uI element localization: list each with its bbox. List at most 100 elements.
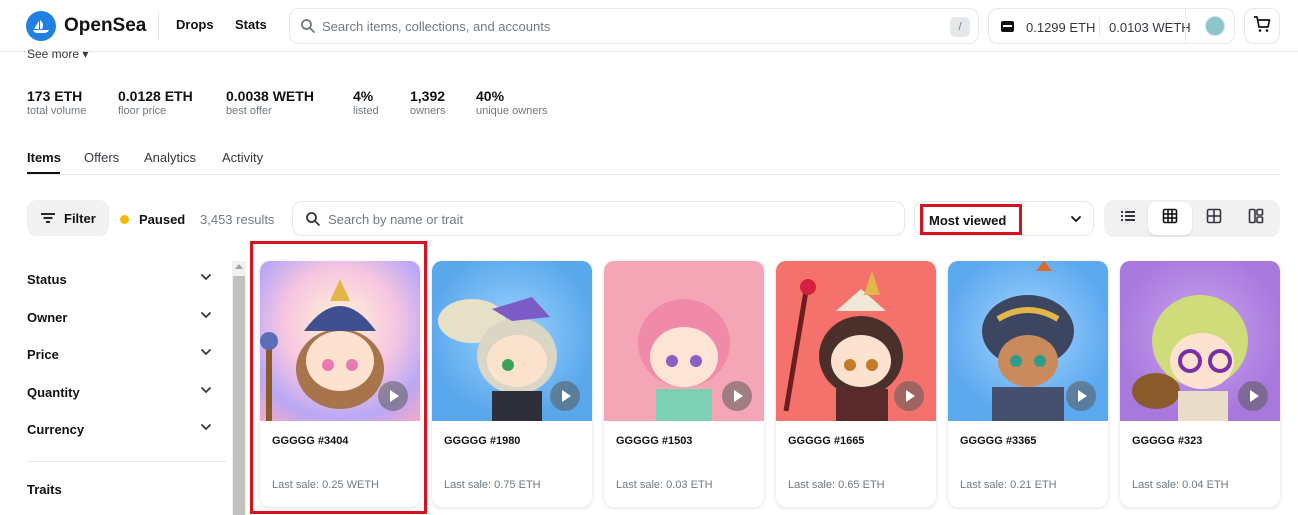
global-search-placeholder: Search items, collections, and accounts (322, 19, 551, 34)
play-icon[interactable] (1066, 381, 1096, 411)
sidebar-item-traits[interactable]: Traits (27, 479, 213, 499)
item-last-sale: Last sale: 0.75 ETH (444, 479, 541, 491)
play-icon[interactable] (722, 381, 752, 411)
brand-name: OpenSea (64, 15, 147, 36)
item-card[interactable]: GGGGG #1665 Last sale: 0.65 ETH (776, 261, 936, 507)
filter-label: Filter (64, 210, 96, 226)
view-mode-toggle (1104, 200, 1280, 237)
stat-value: 173 ETH (27, 88, 83, 104)
item-last-sale: Last sale: 0.21 ETH (960, 479, 1057, 491)
sidebar-item-currency[interactable]: Currency (27, 419, 213, 439)
tabs-divider (27, 174, 1280, 175)
large-grid-view-icon (1206, 208, 1222, 229)
chevron-down-icon (199, 345, 213, 364)
item-card[interactable]: GGGGG #1503 Last sale: 0.03 ETH (604, 261, 764, 507)
tab-activity[interactable]: Activity (222, 150, 263, 165)
item-image[interactable] (604, 261, 764, 421)
chevron-down-icon (199, 308, 213, 327)
grid-view-button[interactable] (1148, 202, 1192, 235)
search-icon (300, 18, 316, 39)
item-image[interactable] (948, 261, 1108, 421)
filter-button[interactable]: Filter (27, 200, 109, 236)
stat-unique-owners: 40% unique owners (476, 88, 548, 117)
item-name: GGGGG #1980 (444, 435, 521, 447)
sidebar-item-label: Status (27, 271, 67, 287)
item-image[interactable] (432, 261, 592, 421)
cart-button[interactable] (1244, 8, 1280, 44)
results-count: 3,453 results (200, 212, 275, 227)
filter-icon (40, 212, 56, 224)
play-icon[interactable] (550, 381, 580, 411)
tab-analytics[interactable]: Analytics (144, 150, 196, 165)
stat-floor-price: 0.0128 ETH floor price (118, 88, 193, 117)
wallet-balance-button[interactable]: 0.1299 ETH 0.0103 WETH (988, 8, 1235, 44)
tab-offers[interactable]: Offers (84, 150, 119, 165)
sidebar-item-quantity[interactable]: Quantity (27, 382, 213, 402)
chevron-down-icon (199, 270, 213, 289)
stat-best-offer: 0.0038 WETH best offer (226, 88, 314, 117)
global-search-input[interactable]: Search items, collections, and accounts … (289, 8, 979, 44)
item-card[interactable]: GGGGG #3365 Last sale: 0.21 ETH (948, 261, 1108, 507)
item-image[interactable] (776, 261, 936, 421)
item-last-sale: Last sale: 0.03 ETH (616, 479, 713, 491)
eth-balance: 0.1299 ETH (1026, 20, 1096, 35)
item-search-input[interactable]: Search by name or trait (292, 201, 905, 236)
chevron-down-icon (199, 383, 213, 402)
grid-view-icon (1162, 208, 1178, 229)
wallet-divider (1099, 17, 1100, 37)
wallet-icon (1001, 21, 1014, 32)
avatar[interactable] (1205, 16, 1225, 36)
nav-stats[interactable]: Stats (235, 17, 267, 32)
item-name: GGGGG #1665 (788, 435, 865, 447)
list-view-button[interactable] (1106, 202, 1150, 235)
large-grid-view-button[interactable] (1192, 202, 1236, 235)
stat-label: listed (353, 105, 379, 117)
stat-label: best offer (226, 105, 272, 117)
play-icon[interactable] (894, 381, 924, 411)
item-name: GGGGG #1503 (616, 435, 693, 447)
stat-owners: 1,392 owners (410, 88, 445, 117)
stat-value: 1,392 (410, 88, 446, 104)
stat-listed: 4% listed (353, 88, 379, 117)
chevron-down-icon (1069, 212, 1083, 231)
item-image[interactable] (1120, 261, 1280, 421)
status-dot-icon (120, 215, 129, 224)
see-more-link[interactable]: See more ▾ (27, 47, 88, 61)
sidebar-item-owner[interactable]: Owner (27, 307, 213, 327)
wallet-divider-2 (1185, 9, 1186, 43)
item-last-sale: Last sale: 0.65 ETH (788, 479, 885, 491)
play-icon[interactable] (1238, 381, 1268, 411)
item-card[interactable]: GGGGG #323 Last sale: 0.04 ETH (1120, 261, 1280, 507)
sidebar-item-status[interactable]: Status (27, 269, 213, 289)
tab-items[interactable]: Items (27, 150, 61, 165)
scrollbar-thumb[interactable] (233, 276, 245, 515)
stat-value: 0.0128 ETH (118, 88, 193, 104)
mosaic-view-button[interactable] (1234, 202, 1278, 235)
cart-icon (1253, 15, 1271, 38)
item-name: GGGGG #323 (1132, 435, 1203, 447)
item-last-sale: Last sale: 0.04 ETH (1132, 479, 1229, 491)
opensea-logo[interactable]: OpenSea (26, 11, 146, 41)
sidebar-item-label: Price (27, 346, 59, 362)
stat-total-volume: 173 ETH total volume (27, 88, 86, 117)
sort-highlight-box (920, 204, 1022, 235)
top-nav-bar: OpenSea Drops Stats Search items, collec… (0, 0, 1298, 52)
chevron-down-icon (199, 420, 213, 439)
stat-label: total volume (27, 105, 87, 117)
stat-label: unique owners (476, 105, 548, 117)
item-highlight-box (250, 241, 427, 514)
sidebar-item-price[interactable]: Price (27, 344, 213, 364)
search-shortcut-key: / (950, 17, 970, 37)
item-search-placeholder: Search by name or trait (328, 212, 464, 227)
status-label: Paused (139, 212, 186, 227)
status-badge: Paused (120, 212, 185, 227)
stat-label: floor price (118, 105, 167, 117)
scroll-up-arrow-icon[interactable] (235, 264, 243, 269)
sidebar-divider (27, 461, 226, 462)
opensea-logo-icon (26, 11, 56, 41)
weth-balance: 0.0103 WETH (1109, 20, 1191, 35)
item-card[interactable]: GGGGG #1980 Last sale: 0.75 ETH (432, 261, 592, 507)
nav-divider (158, 12, 159, 40)
nav-drops[interactable]: Drops (176, 17, 214, 32)
sidebar-item-label: Quantity (27, 384, 80, 400)
